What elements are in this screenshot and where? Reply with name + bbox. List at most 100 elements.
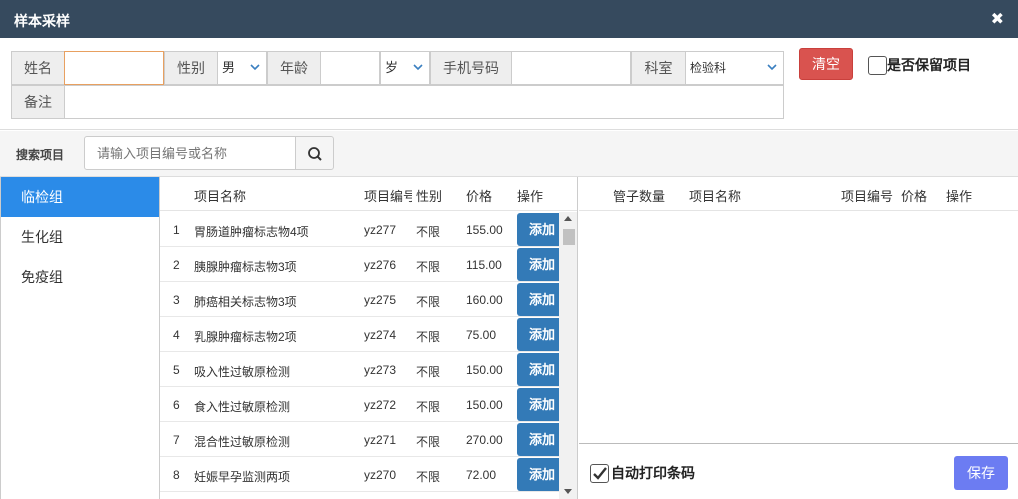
row-name: 胃肠道肿瘤标志物4项 [194,225,309,239]
row-gender: 不限 [416,225,441,239]
keep-items-checkbox[interactable]: 是否保留项目 [868,54,971,76]
row-name: 吸入性过敏原检测 [194,365,291,379]
patient-form: 姓名 性别 男 年龄 岁 手机号码 科室 检验科 备注 [0,38,1018,130]
row-index: 6 [173,398,180,412]
row-gender: 不限 [416,295,441,309]
search-button[interactable] [295,136,334,170]
col-gender-header: 性别 [416,189,443,204]
row-price: 150.00 [466,363,503,377]
col-sel-price-header: 价格 [901,189,928,204]
chevron-down-icon [250,64,260,71]
dept-select[interactable]: 检验科 [685,51,784,85]
auto-print-checkbox-box[interactable] [590,463,609,483]
row-code: yz271 [364,433,397,447]
row-index: 1 [173,223,180,237]
search-icon [308,147,322,161]
row-price: 270.00 [466,433,503,447]
row-code: yz272 [364,398,397,412]
table-row: 6 食入性过敏原检测 yz272 不限 150.00 添加 [160,387,577,422]
scroll-down-arrow[interactable] [564,489,572,494]
table-row: 3 肺癌相关标志物3项 yz275 不限 160.00 添加 [160,282,577,317]
group-item-mianyi[interactable]: 免疫组 [1,257,159,297]
col-price-header: 价格 [466,189,493,204]
row-index: 7 [173,433,180,447]
row-name: 乳腺肿瘤标志物2项 [194,330,297,344]
dialog-footer: 自动打印条码 保存 [579,443,1018,499]
search-label: 搜索项目 [16,148,65,162]
age-input[interactable] [320,51,380,85]
name-label: 姓名 [11,51,65,85]
row-code: yz274 [364,328,397,342]
search-bar: 搜索项目 [0,131,1018,177]
phone-label: 手机号码 [430,51,512,85]
row-gender: 不限 [416,435,441,449]
row-index: 5 [173,363,180,377]
scroll-up-arrow[interactable] [564,216,572,221]
dept-value: 检验科 [690,61,727,75]
col-sel-action-header: 操作 [946,189,973,204]
row-price: 160.00 [466,293,503,307]
table-row: 2 胰腺肿瘤标志物3项 yz276 不限 115.00 添加 [160,247,577,282]
row-gender: 不限 [416,365,441,379]
col-name-header: 项目名称 [194,189,247,204]
row-name: 食入性过敏原检测 [194,400,291,414]
row-index: 4 [173,328,180,342]
keep-items-label: 是否保留项目 [887,57,971,73]
gender-select[interactable]: 男 [217,51,267,85]
col-action-header: 操作 [517,189,544,204]
items-scrollbar[interactable] [559,212,577,499]
row-code: yz273 [364,363,397,377]
row-code: yz277 [364,223,397,237]
phone-input[interactable] [511,51,631,85]
save-button[interactable]: 保存 [954,456,1008,490]
row-index: 8 [173,468,180,482]
row-gender: 不限 [416,470,441,484]
checkmark-icon [593,466,607,480]
row-code: yz270 [364,468,397,482]
table-row: 4 乳腺肿瘤标志物2项 yz274 不限 75.00 添加 [160,317,577,352]
age-label: 年龄 [267,51,321,85]
search-input[interactable] [84,136,296,170]
group-item-shenghua[interactable]: 生化组 [1,217,159,257]
scroll-thumb[interactable] [563,229,575,245]
close-icon[interactable]: ✖ [991,9,1004,29]
row-gender: 不限 [416,330,441,344]
row-price: 75.00 [466,328,497,342]
row-gender: 不限 [416,260,441,274]
group-list: 临检组 生化组 免疫组 [0,177,160,499]
col-sel-name-header: 项目名称 [689,189,742,204]
table-row: 5 吸入性过敏原检测 yz273 不限 150.00 添加 [160,352,577,387]
row-name: 胰腺肿瘤标志物3项 [194,260,297,274]
dialog-titlebar: 样本采样 ✖ [0,0,1018,38]
row-name: 肺癌相关标志物3项 [194,295,297,309]
row-code: yz276 [364,258,397,272]
keep-items-checkbox-box[interactable] [868,55,887,75]
remark-label: 备注 [11,85,65,119]
auto-print-checkbox[interactable]: 自动打印条码 [590,463,695,483]
dept-label: 科室 [631,51,686,85]
row-price: 155.00 [466,223,503,237]
row-gender: 不限 [416,400,441,414]
items-table: 项目名称 项目编号 性别 价格 操作 1 胃肠道肿瘤标志物4项 yz277 不限 155… [160,177,578,499]
row-index: 3 [173,293,180,307]
gender-label: 性别 [164,51,218,85]
row-price: 115.00 [466,258,502,272]
selected-table-header: 管子数量 项目名称 项目编号 价格 操作 [579,177,1018,211]
row-code: yz275 [364,293,397,307]
clear-button[interactable]: 清空 [799,48,853,80]
col-sel-code-header: 项目编号 [841,189,894,204]
name-input[interactable] [64,51,164,85]
group-item-linjian[interactable]: 临检组 [1,177,159,217]
auto-print-label: 自动打印条码 [611,465,695,481]
dialog-title: 样本采样 [14,13,70,29]
age-unit-select[interactable]: 岁 [380,51,430,85]
row-price: 72.00 [466,468,497,482]
remark-input[interactable] [64,85,784,119]
age-unit-value: 岁 [385,60,399,75]
chevron-down-icon [413,64,423,71]
row-index: 2 [173,258,180,272]
chevron-down-icon [767,64,777,71]
col-tube-count-header: 管子数量 [613,189,666,204]
row-name: 妊娠早孕监测两项 [194,470,291,484]
table-row: 1 胃肠道肿瘤标志物4项 yz277 不限 155.00 添加 [160,212,577,247]
